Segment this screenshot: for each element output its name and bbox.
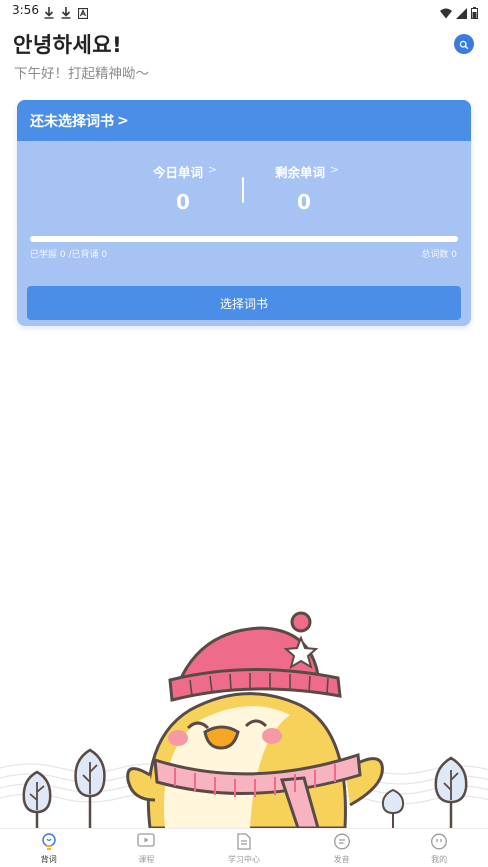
download-icon bbox=[61, 4, 71, 23]
progress-bar bbox=[30, 236, 458, 242]
search-icon bbox=[459, 35, 469, 54]
lightbulb-icon bbox=[41, 833, 57, 855]
stats-divider bbox=[242, 177, 244, 203]
battery-icon bbox=[471, 4, 478, 23]
document-icon bbox=[237, 833, 251, 854]
tree-icon bbox=[22, 770, 52, 828]
progress-total-text: 总词数 0 bbox=[421, 250, 457, 260]
keyboard-icon bbox=[77, 4, 89, 23]
today-words-label: 今日单词 bbox=[153, 165, 204, 180]
today-words-stat[interactable]: 今日单词 > 0 bbox=[150, 160, 220, 220]
tab-memorize[interactable]: 背词 bbox=[0, 829, 98, 867]
mascot-illustration bbox=[0, 600, 488, 830]
pronunciation-icon bbox=[333, 833, 350, 854]
tab-profile[interactable]: 我的 bbox=[390, 829, 488, 867]
tab-label: 课程 bbox=[138, 855, 155, 864]
remaining-words-value: 0 bbox=[297, 190, 311, 214]
tab-study-center[interactable]: 学习中心 bbox=[195, 829, 293, 867]
profile-icon bbox=[431, 833, 448, 854]
select-wordbook-button[interactable]: 选择词书 bbox=[27, 286, 461, 320]
search-button[interactable] bbox=[454, 34, 474, 54]
progress-learned-text: 已学握 0 /已背诵 0 bbox=[30, 250, 108, 260]
status-bar: 3:56 bbox=[0, 0, 488, 22]
choose-wordbook-header[interactable]: 还未选择词书 > bbox=[17, 100, 471, 141]
tab-label: 发音 bbox=[333, 855, 350, 864]
chevron-right-icon: > bbox=[330, 163, 340, 176]
bottom-tab-bar: 背词 课程 学习中心 发音 我的 bbox=[0, 828, 488, 867]
remaining-words-stat[interactable]: 剩余单词 > 0 bbox=[272, 160, 342, 220]
tab-label: 我的 bbox=[431, 855, 448, 864]
today-words-value: 0 bbox=[176, 190, 190, 214]
notification-icons bbox=[44, 4, 89, 23]
chevron-right-icon: > bbox=[117, 112, 129, 129]
signal-icon bbox=[456, 4, 467, 23]
status-time: 3:56 bbox=[12, 3, 39, 17]
wifi-icon bbox=[440, 4, 452, 23]
tab-label: 背词 bbox=[40, 855, 57, 864]
wordbook-title: 还未选择词书 bbox=[30, 113, 114, 130]
greeting-subtitle: 下午好！打起精神呦～ bbox=[14, 66, 149, 82]
greeting-title: 안녕하세요! bbox=[13, 33, 123, 57]
system-icons bbox=[440, 4, 478, 23]
video-play-icon bbox=[137, 833, 156, 853]
download-icon bbox=[44, 4, 54, 23]
tab-label: 学习中心 bbox=[227, 855, 260, 864]
chevron-right-icon: > bbox=[208, 163, 218, 176]
remaining-words-label: 剩余单词 bbox=[275, 165, 326, 180]
tab-courses[interactable]: 课程 bbox=[98, 829, 196, 867]
tab-pronunciation[interactable]: 发音 bbox=[293, 829, 391, 867]
